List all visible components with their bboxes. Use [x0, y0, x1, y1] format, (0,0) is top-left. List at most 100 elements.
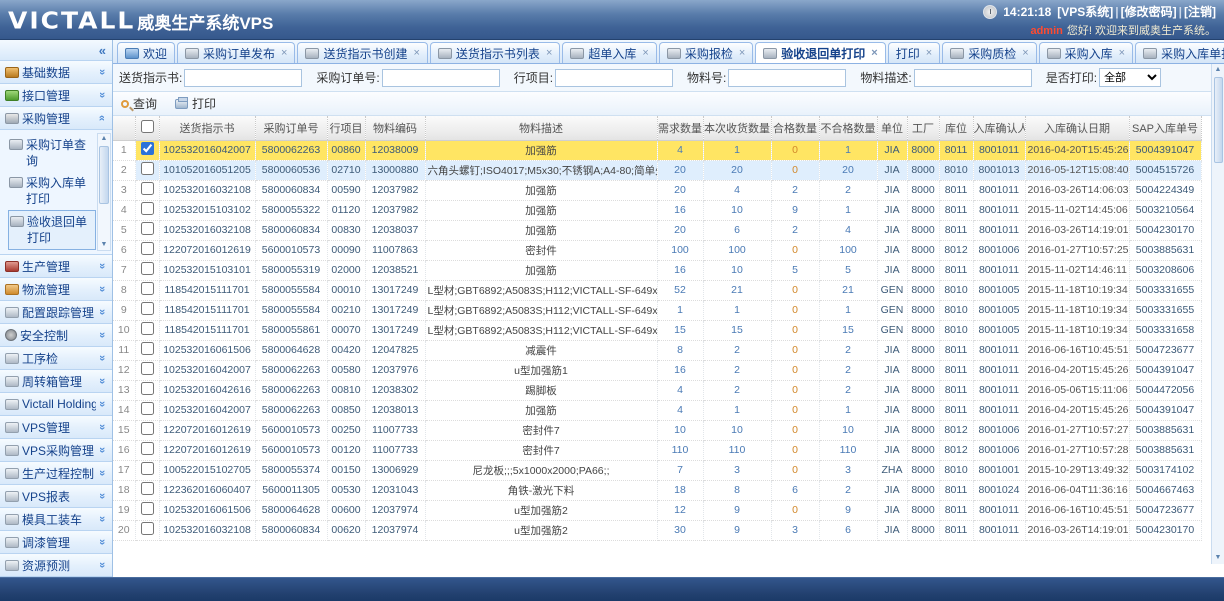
row-checkbox[interactable]	[141, 482, 154, 495]
vertical-scrollbar-thumb[interactable]	[1214, 77, 1223, 163]
chevron-up-icon[interactable]: »	[96, 112, 108, 124]
chevron-down-icon[interactable]: »	[96, 467, 108, 479]
chevron-down-icon[interactable]: »	[96, 444, 108, 456]
table-row[interactable]: 1512207201601261956000105730025011007733…	[113, 420, 1201, 440]
column-header-1[interactable]: 采购订单号	[255, 116, 327, 140]
tab-采购订单发布[interactable]: 采购订单发布×	[177, 42, 295, 63]
sidebar-group-0[interactable]: 基础数据»	[0, 61, 112, 84]
query-button[interactable]: 查询	[121, 95, 157, 112]
scroll-down-icon[interactable]: ▼	[101, 240, 108, 250]
row-checkbox[interactable]	[141, 302, 154, 315]
row-checkbox[interactable]	[141, 322, 154, 335]
sidebar-group-13[interactable]: VPS报表»	[0, 485, 112, 508]
sidebar-group-9[interactable]: Victall Holding»	[0, 393, 112, 416]
column-header-7[interactable]: 合格数量	[771, 116, 819, 140]
column-header-6[interactable]: 本次收货数量	[703, 116, 771, 140]
chevron-down-icon[interactable]: »	[96, 398, 108, 410]
chevron-down-icon[interactable]: »	[96, 513, 108, 525]
row-checkbox[interactable]	[141, 382, 154, 395]
tab-采购质检[interactable]: 采购质检×	[942, 42, 1036, 63]
row-checkbox[interactable]	[141, 222, 154, 235]
close-icon[interactable]: ×	[413, 47, 419, 59]
vertical-scrollbar[interactable]: ▲ ▼	[1211, 64, 1224, 564]
column-header-11[interactable]: 库位	[939, 116, 973, 140]
sidebar-group-2[interactable]: 采购管理»	[0, 107, 112, 130]
sidebar-item-1[interactable]: 采购入库单打印	[8, 172, 96, 210]
chevron-down-icon[interactable]: »	[96, 260, 108, 272]
sidebar-group-14[interactable]: 模具工装车»	[0, 508, 112, 531]
row-checkbox[interactable]	[141, 182, 154, 195]
sidebar-group-6[interactable]: 安全控制»	[0, 324, 112, 347]
chevron-down-icon[interactable]: »	[96, 375, 108, 387]
tab-打印[interactable]: 打印×	[888, 42, 940, 63]
column-header-2[interactable]: 行项目	[327, 116, 365, 140]
sidebar-group-3[interactable]: 生产管理»	[0, 255, 112, 278]
sidebar-group-16[interactable]: 资源预测»	[0, 554, 112, 577]
sidebar-group-4[interactable]: 物流管理»	[0, 278, 112, 301]
scrollbar-thumb[interactable]	[99, 146, 109, 204]
chevron-down-icon[interactable]: »	[96, 559, 108, 571]
table-row[interactable]: 1910253201606150658000646280060012037974…	[113, 500, 1201, 520]
close-icon[interactable]: ×	[546, 47, 552, 59]
row-checkbox[interactable]	[141, 162, 154, 175]
row-checkbox[interactable]	[141, 462, 154, 475]
table-row[interactable]: 1410253201604200758000622630085012038013…	[113, 400, 1201, 420]
sidebar-collapse-button[interactable]: «	[99, 43, 106, 58]
column-header-8[interactable]: 不合格数量	[819, 116, 877, 140]
close-icon[interactable]: ×	[1022, 47, 1028, 59]
table-row[interactable]: 410253201510310258000553220112012037982加…	[113, 200, 1201, 220]
scroll-up-icon[interactable]: ▲	[1215, 64, 1222, 76]
column-header-9[interactable]: 单位	[877, 116, 907, 140]
close-icon[interactable]: ×	[871, 47, 877, 59]
chevron-down-icon[interactable]: »	[96, 283, 108, 295]
chevron-down-icon[interactable]: »	[96, 66, 108, 78]
sidebar-group-10[interactable]: VPS管理»	[0, 416, 112, 439]
table-row[interactable]: 110253201604200758000622630086012038009加…	[113, 140, 1201, 160]
row-checkbox[interactable]	[141, 342, 154, 355]
row-checkbox[interactable]	[141, 402, 154, 415]
row-checkbox[interactable]	[141, 202, 154, 215]
sidebar-group-12[interactable]: 生产过程控制»	[0, 462, 112, 485]
row-checkbox[interactable]	[141, 442, 154, 455]
row-checkbox[interactable]	[141, 282, 154, 295]
header-link-2[interactable]: [修改密码]	[1121, 5, 1177, 19]
row-checkbox[interactable]	[141, 422, 154, 435]
tab-欢迎[interactable]: 欢迎	[117, 42, 175, 63]
header-link-3[interactable]: [注销]	[1184, 5, 1216, 19]
sidebar-submenu-scrollbar[interactable]: ▲▼	[97, 133, 111, 251]
search-input-4[interactable]	[914, 69, 1032, 87]
chevron-down-icon[interactable]: »	[96, 306, 108, 318]
tab-送货指示书列表[interactable]: 送货指示书列表×	[430, 42, 560, 63]
table-row[interactable]: 210105201605120558000605360271013000880六…	[113, 160, 1201, 180]
tab-采购入库单打印[interactable]: 采购入库单打印×	[1135, 42, 1224, 63]
table-row[interactable]: 911854201511170158000555840021013017249L…	[113, 300, 1201, 320]
chevron-down-icon[interactable]: »	[96, 421, 108, 433]
search-input-3[interactable]	[728, 69, 846, 87]
table-row[interactable]: 811854201511170158000555840001013017249L…	[113, 280, 1201, 300]
table-row[interactable]: 310253201603210858000608340059012037982加…	[113, 180, 1201, 200]
close-icon[interactable]: ×	[739, 47, 745, 59]
sidebar-group-15[interactable]: 调漆管理»	[0, 531, 112, 554]
chevron-down-icon[interactable]: »	[96, 536, 108, 548]
table-row[interactable]: 1210253201604200758000622630058012037976…	[113, 360, 1201, 380]
close-icon[interactable]: ×	[1119, 47, 1125, 59]
row-checkbox[interactable]	[141, 502, 154, 515]
sidebar-item-0[interactable]: 采购订单查询	[8, 134, 96, 172]
row-checkbox[interactable]	[141, 362, 154, 375]
table-row[interactable]: 1011854201511170158000558610007013017249…	[113, 320, 1201, 340]
tab-采购入库[interactable]: 采购入库×	[1039, 42, 1133, 63]
sidebar-item-2[interactable]: 验收退回单打印	[8, 210, 96, 250]
column-header-4[interactable]: 物料描述	[425, 116, 657, 140]
table-row[interactable]: 710253201510310158000553190200012038521加…	[113, 260, 1201, 280]
row-checkbox[interactable]	[141, 522, 154, 535]
sidebar-group-5[interactable]: 配置跟踪管理»	[0, 301, 112, 324]
column-header-12[interactable]: 入库确认人	[973, 116, 1025, 140]
sidebar-group-1[interactable]: 接口管理»	[0, 84, 112, 107]
close-icon[interactable]: ×	[642, 47, 648, 59]
table-row[interactable]: 1612207201601261956000105730012011007733…	[113, 440, 1201, 460]
tab-超单入库[interactable]: 超单入库×	[562, 42, 656, 63]
table-row[interactable]: 612207201601261956000105730009011007863密…	[113, 240, 1201, 260]
table-row[interactable]: 1710052201510270558000553740015013006929…	[113, 460, 1201, 480]
row-checkbox[interactable]	[141, 242, 154, 255]
search-input-1[interactable]	[382, 69, 500, 87]
